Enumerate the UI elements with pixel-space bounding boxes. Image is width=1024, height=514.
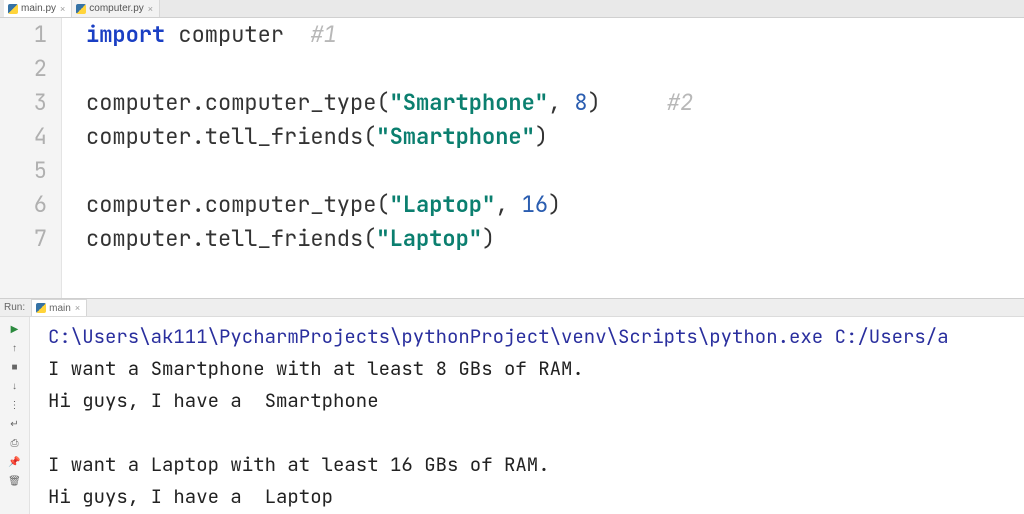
code-token: import [86,20,165,49]
code-token: "Laptop" [390,190,496,219]
run-config-tab-label: main [49,303,71,314]
run-panel-header: Run: main × [0,299,1024,317]
code-token: #1 [310,20,336,49]
line-number: 4 [0,120,47,154]
code-editor[interactable]: 1234567 import computer #1 computer.comp… [0,18,1024,298]
run-toolbar: ▶ ↑ ■ ↓ ⋮ ↵ ⎙ 📌 🗑 [0,317,30,514]
console-output-line [48,417,1024,449]
code-line[interactable]: computer.computer_type("Laptop", 16) [86,188,1024,222]
code-token: computer.tell_friends( [86,224,376,253]
code-token: computer.computer_type( [86,190,390,219]
close-icon[interactable]: × [60,4,65,14]
print-button[interactable]: ⎙ [7,435,23,451]
code-token: computer.tell_friends( [86,122,376,151]
code-token: "Laptop" [376,224,482,253]
console-command-line: C:\Users\ak111\PycharmProjects\pythonPro… [48,321,1024,353]
code-token: ) [535,122,548,151]
code-token: , [548,88,574,117]
run-panel: Run: main × ▶ ↑ ■ ↓ ⋮ ↵ ⎙ 📌 🗑 C:\Users\a… [0,298,1024,514]
file-tab-label: main.py [21,3,56,14]
file-tab-label: computer.py [89,3,143,14]
code-line[interactable]: computer.tell_friends("Smartphone") [86,120,1024,154]
scroll-up-button[interactable]: ↑ [7,340,23,356]
code-token: "Smartphone" [390,88,548,117]
code-token: ) [482,224,495,253]
file-tab-bar: main.py × computer.py × [0,0,1024,18]
soft-wrap-button[interactable]: ↵ [7,416,23,432]
overflow-icon[interactable]: ⋮ [7,397,23,413]
code-token: 8 [574,88,587,117]
pin-button[interactable]: 📌 [7,454,23,470]
code-area[interactable]: import computer #1 computer.computer_typ… [62,18,1024,298]
line-number: 1 [0,18,47,52]
line-number-gutter: 1234567 [0,18,62,298]
code-token: computer [165,20,310,49]
console-output-line: I want a Smartphone with at least 8 GBs … [48,353,1024,385]
line-number: 7 [0,222,47,256]
rerun-button[interactable]: ▶ [7,321,23,337]
line-number: 3 [0,86,47,120]
close-icon[interactable]: × [75,303,80,313]
code-line[interactable]: import computer #1 [86,18,1024,52]
line-number: 2 [0,52,47,86]
line-number: 5 [0,154,47,188]
close-icon[interactable]: × [148,4,153,14]
ide-root: main.py × computer.py × 1234567 import comp… [0,0,1024,514]
console-output-line: Hi guys, I have a Laptop [48,481,1024,513]
code-line[interactable]: computer.computer_type("Smartphone", 8) … [86,86,1024,120]
file-tab[interactable]: main.py × [4,0,72,17]
code-line[interactable]: computer.tell_friends("Laptop") [86,222,1024,256]
clear-button[interactable]: 🗑 [7,473,23,489]
python-icon [76,4,86,14]
run-panel-label: Run: [4,302,25,313]
code-token: "Smartphone" [376,122,534,151]
code-line[interactable] [86,154,1024,188]
file-tab[interactable]: computer.py × [72,0,160,17]
code-token: , [495,190,521,219]
python-icon [36,303,46,313]
code-token: ) [588,88,667,117]
console-output-line: Hi guys, I have a Smartphone [48,385,1024,417]
code-token: 16 [522,190,548,219]
scroll-down-button[interactable]: ↓ [7,378,23,394]
python-icon [8,4,18,14]
line-number: 6 [0,188,47,222]
run-panel-body: ▶ ↑ ■ ↓ ⋮ ↵ ⎙ 📌 🗑 C:\Users\ak111\Pycharm… [0,317,1024,514]
stop-button[interactable]: ■ [7,359,23,375]
code-token: ) [548,190,561,219]
run-config-tab[interactable]: main × [31,299,87,316]
code-token: computer.computer_type( [86,88,390,117]
console-output[interactable]: C:\Users\ak111\PycharmProjects\pythonPro… [30,317,1024,514]
code-token: #2 [667,88,693,117]
console-output-line: I want a Laptop with at least 16 GBs of … [48,449,1024,481]
code-line[interactable] [86,52,1024,86]
